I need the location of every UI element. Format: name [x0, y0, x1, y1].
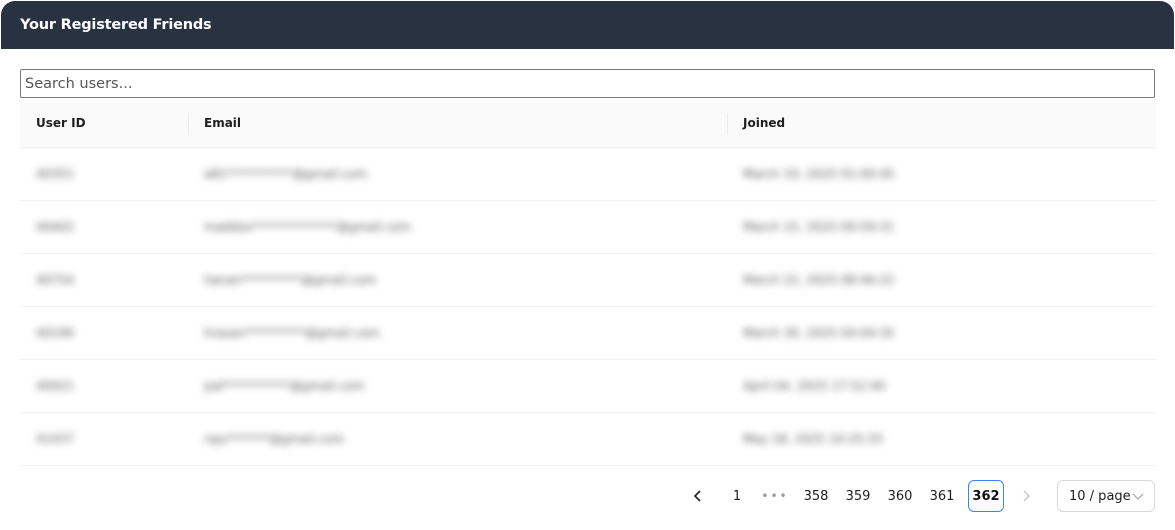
column-header-email[interactable]: Email	[188, 99, 727, 147]
registered-friends-card: Your Registered Friends User ID Email Jo…	[1, 1, 1174, 529]
email-value: raju*******@gmail.com	[204, 432, 344, 446]
email-value: a81***********@gmail.com	[204, 167, 368, 181]
page-size-value: 10 / page	[1069, 488, 1131, 504]
user-id-cell: 40754	[20, 254, 188, 306]
user-id-cell: 40190	[20, 307, 188, 359]
page-362-button[interactable]: 362	[968, 480, 1004, 512]
table-header: User ID Email Joined	[20, 99, 1156, 148]
chevron-right-icon	[1023, 490, 1030, 502]
user-id-cell: 40402	[20, 201, 188, 253]
table-row[interactable]: 40921 pat***********@gmail.com April 04,…	[20, 360, 1156, 413]
column-header-joined[interactable]: Joined	[727, 99, 1156, 147]
email-value: pat***********@gmail.com	[204, 379, 365, 393]
column-header-user-id[interactable]: User ID	[20, 99, 188, 147]
joined-cell: March 22, 2025 08:46:22	[727, 254, 1156, 306]
joined-value: April 04, 2025 17:52:40	[743, 379, 886, 393]
card-title: Your Registered Friends	[20, 17, 212, 33]
card-header: Your Registered Friends	[1, 1, 1174, 49]
joined-value: March 15, 2025 09:59:31	[743, 220, 895, 234]
joined-value: March 10, 2025 01:00:45	[743, 167, 895, 181]
joined-cell: March 15, 2025 09:59:31	[727, 201, 1156, 253]
page-360-button[interactable]: 360	[884, 480, 916, 512]
user-id-cell: 40921	[20, 360, 188, 412]
user-id-value: 40921	[36, 379, 75, 393]
table-row[interactable]: 41037 raju*******@gmail.com May 18, 2025…	[20, 413, 1156, 466]
table-row[interactable]: 40402 maddox**************@gmail.com Mar…	[20, 201, 1156, 254]
user-id-cell: 40351	[20, 148, 188, 200]
user-id-cell: 41037	[20, 413, 188, 465]
email-cell: pat***********@gmail.com	[188, 360, 727, 412]
next-page-button[interactable]	[1010, 480, 1042, 512]
joined-cell: April 04, 2025 17:52:40	[727, 360, 1156, 412]
user-id-value: 40351	[36, 167, 75, 181]
email-value: hanan**********@gmail.com	[204, 273, 377, 287]
page-361-button[interactable]: 361	[926, 480, 958, 512]
email-value: maddox**************@gmail.com	[204, 220, 412, 234]
chevron-down-icon	[1132, 493, 1144, 500]
joined-cell: March 30, 2025 04:04:35	[727, 307, 1156, 359]
email-cell: raju*******@gmail.com	[188, 413, 727, 465]
email-cell: maddox**************@gmail.com	[188, 201, 727, 253]
email-cell: a81***********@gmail.com	[188, 148, 727, 200]
table-row[interactable]: 40190 hrasan**********@gmail.com March 3…	[20, 307, 1156, 360]
page-358-button[interactable]: 358	[800, 480, 832, 512]
table-row[interactable]: 40754 hanan**********@gmail.com March 22…	[20, 254, 1156, 307]
user-id-value: 40190	[36, 326, 75, 340]
search-input[interactable]	[20, 69, 1155, 98]
chevron-left-icon	[693, 490, 701, 502]
email-cell: hrasan**********@gmail.com	[188, 307, 727, 359]
email-cell: hanan**********@gmail.com	[188, 254, 727, 306]
page-size-select[interactable]: 10 / page	[1057, 480, 1155, 512]
pagination: 1 ••• 358 359 360 361 362 10 / page	[0, 480, 1175, 512]
user-id-value: 40402	[36, 220, 75, 234]
joined-value: March 22, 2025 08:46:22	[743, 273, 895, 287]
joined-value: May 18, 2025 10:25:33	[743, 432, 883, 446]
page-1-button[interactable]: 1	[721, 480, 753, 512]
joined-value: March 30, 2025 04:04:35	[743, 326, 895, 340]
users-table: User ID Email Joined 40351 a81**********…	[20, 99, 1156, 466]
joined-cell: May 18, 2025 10:25:33	[727, 413, 1156, 465]
prev-page-button[interactable]	[682, 480, 714, 512]
joined-cell: March 10, 2025 01:00:45	[727, 148, 1156, 200]
user-id-value: 40754	[36, 273, 75, 287]
page-359-button[interactable]: 359	[842, 480, 874, 512]
email-value: hrasan**********@gmail.com	[204, 326, 380, 340]
table-row[interactable]: 40351 a81***********@gmail.com March 10,…	[20, 148, 1156, 201]
user-id-value: 41037	[36, 432, 75, 446]
page-ellipsis[interactable]: •••	[759, 480, 791, 512]
